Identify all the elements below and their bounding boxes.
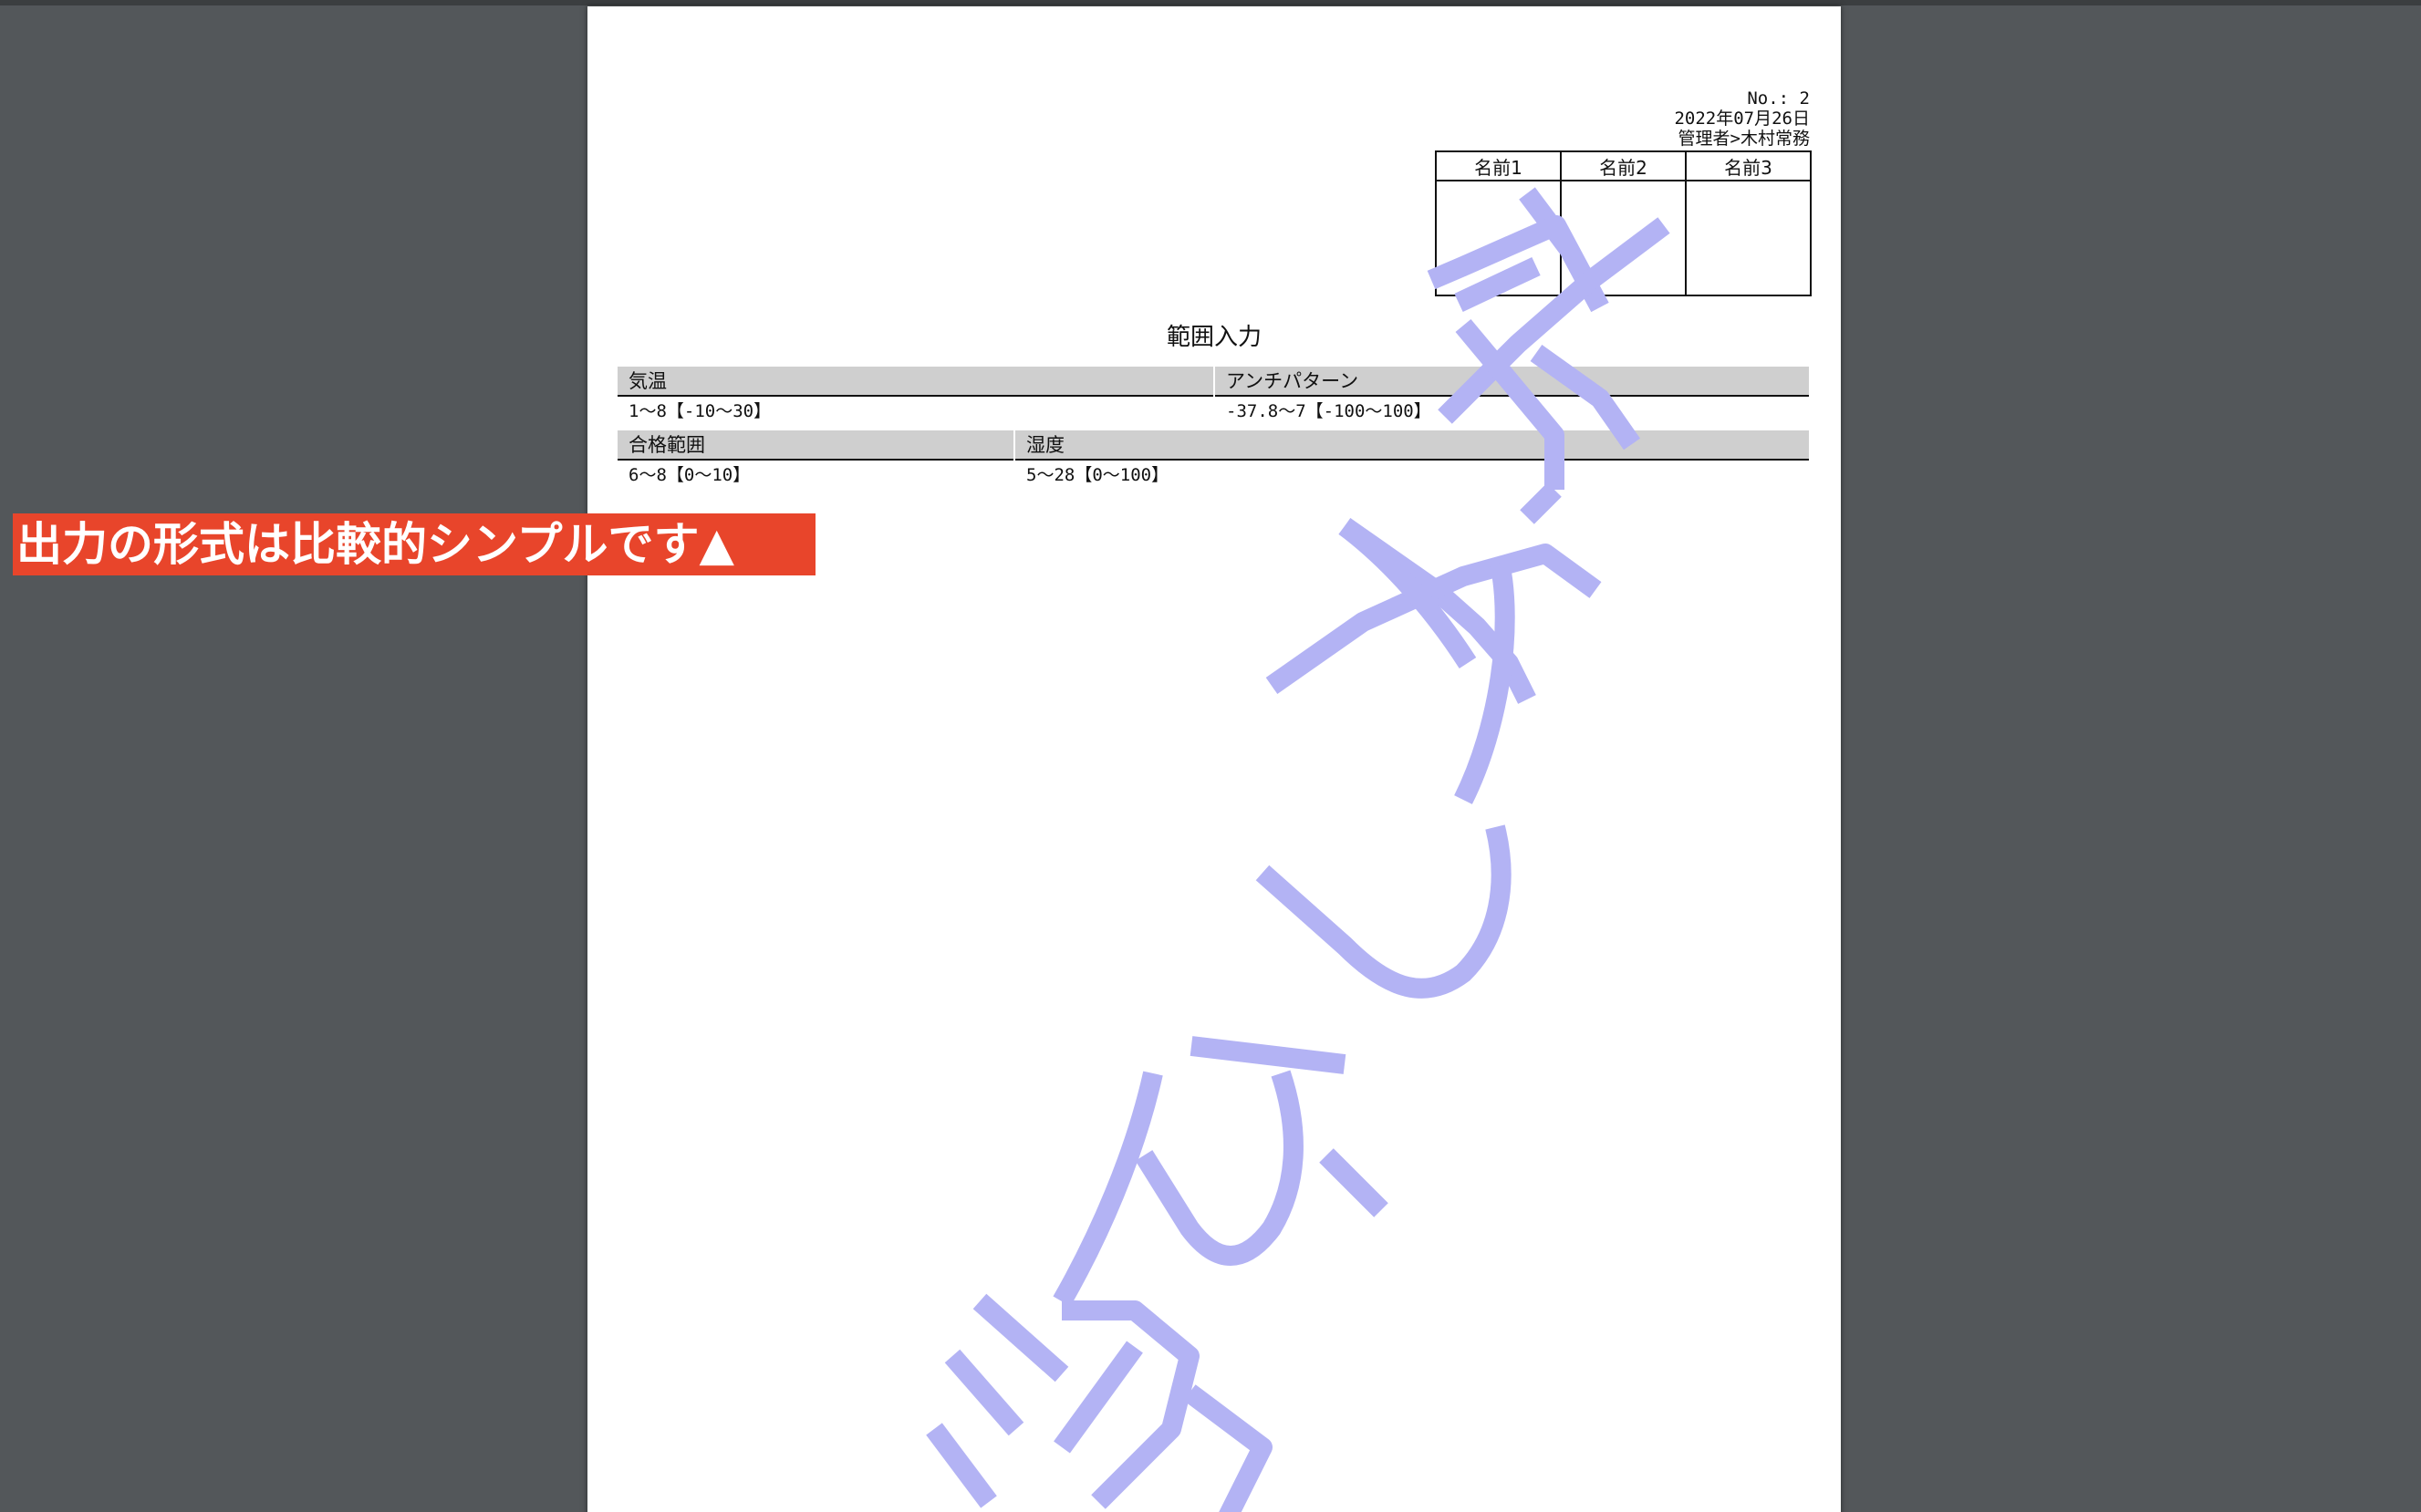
document-header-info: No.: 2 2022年07月26日 管理者>木村常務	[1674, 88, 1810, 149]
field-value: 5～28【0～100】	[1026, 465, 1169, 485]
stamp-header-1: 名前1	[1435, 150, 1562, 181]
field-label: 合格範囲	[618, 430, 1013, 461]
field-label: アンチパターン	[1215, 367, 1809, 397]
stamp-box-2	[1560, 180, 1687, 296]
stamp-header-2: 名前2	[1560, 150, 1687, 181]
approval-stamp-table: 名前1 名前2 名前3	[1435, 150, 1812, 296]
document-date: 2022年07月26日	[1674, 109, 1810, 129]
document-manager: 管理者>木村常務	[1678, 129, 1810, 149]
document-number: No.: 2	[1747, 88, 1810, 109]
document-title: 範囲入力	[1166, 324, 1262, 351]
field-value: 6～8【0～10】	[629, 465, 751, 485]
field-pass-range: 合格範囲 6～8【0～10】	[618, 430, 1013, 491]
field-row-2: 合格範囲 6～8【0～10】 湿度 5～28【0～100】	[618, 430, 1809, 494]
field-label: 気温	[618, 367, 1213, 397]
field-value: -37.8～7【-100～100】	[1226, 401, 1431, 421]
field-temperature: 気温 1～8【-10～30】	[618, 367, 1213, 427]
pdf-viewer: No.: 2 2022年07月26日 管理者>木村常務 名前1 名前2 名前3 …	[0, 0, 2421, 1512]
stamp-header-3: 名前3	[1685, 150, 1812, 181]
viewer-top-edge	[0, 0, 2421, 5]
field-anti-pattern: アンチパターン -37.8～7【-100～100】	[1215, 367, 1809, 427]
field-row-1: 気温 1～8【-10～30】 アンチパターン -37.8～7【-100～100】	[618, 367, 1809, 430]
stamp-box-1	[1435, 180, 1562, 296]
pdf-page: No.: 2 2022年07月26日 管理者>木村常務 名前1 名前2 名前3 …	[587, 6, 1841, 1512]
annotation-callout: 出力の形式は比較的シンプルです▲	[13, 513, 816, 575]
field-humidity: 湿度 5～28【0～100】	[1015, 430, 1809, 491]
field-label: 湿度	[1015, 430, 1809, 461]
field-value: 1～8【-10～30】	[629, 401, 772, 421]
stamp-box-3	[1685, 180, 1812, 296]
